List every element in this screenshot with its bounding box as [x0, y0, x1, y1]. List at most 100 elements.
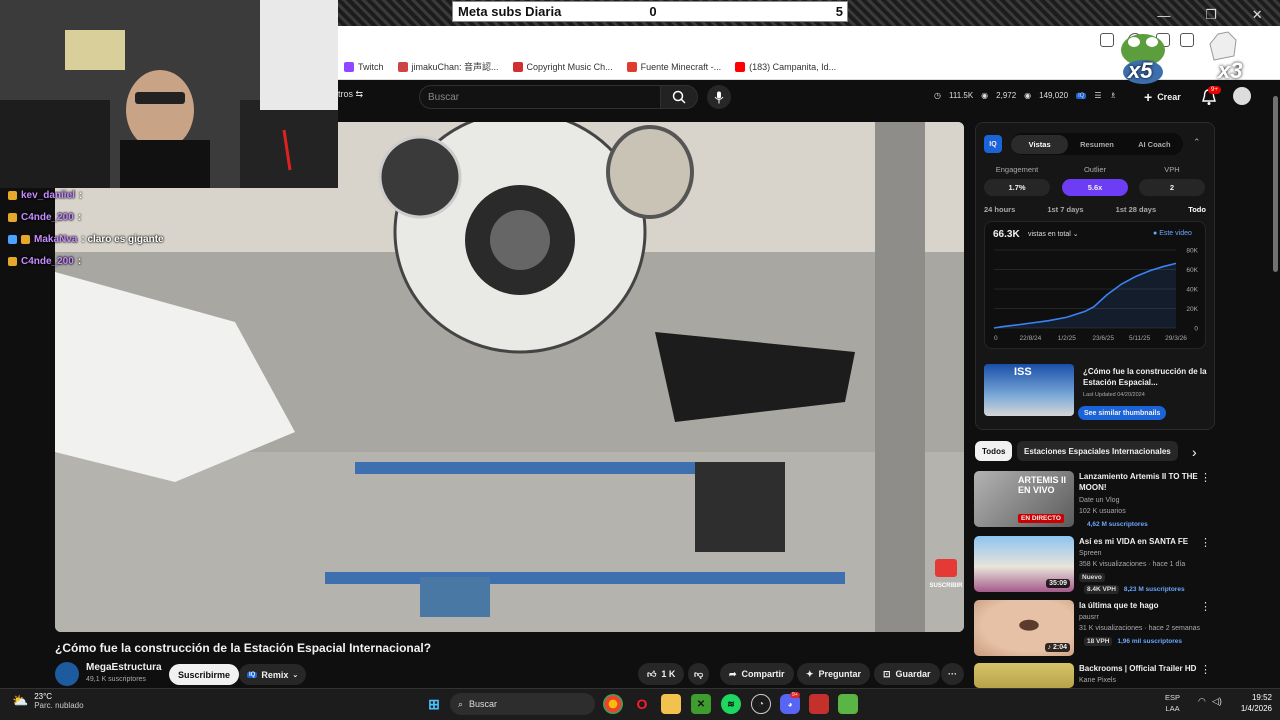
youtube-app-icon[interactable]	[809, 694, 829, 714]
trophy-icon[interactable]: ♗	[1110, 91, 1117, 100]
install-icon[interactable]	[1100, 33, 1114, 47]
bookmark-fuente-minecraft[interactable]: Fuente Minecraft -...	[626, 61, 721, 72]
recommendation-item[interactable]: ARTEMIS II EN VIVO EN DIRECTO Lanzamient…	[974, 471, 1219, 531]
recommendation-thumbnail[interactable]: ♪ 2:04	[974, 600, 1074, 656]
recommendation-thumbnail[interactable]	[974, 663, 1074, 688]
vidiq-icon[interactable]: IQ	[1076, 92, 1087, 99]
recommendation-item[interactable]: ♪ 2:04 la última que te hago pausrr 31 K…	[974, 600, 1219, 660]
maximize-icon[interactable]: ❐	[1205, 7, 1217, 23]
bookmark-copyright-music[interactable]: Copyright Music Ch...	[512, 61, 613, 72]
more-icon: ···	[948, 669, 957, 679]
recommendation-item[interactable]: 35:09 Así es mi VIDA en SANTA FE Spreen …	[974, 536, 1219, 596]
tab-ai-coach[interactable]: AI Coach	[1126, 135, 1183, 154]
channel-subscribers: 49,1 K suscriptores	[86, 676, 146, 683]
range-7d[interactable]: 1st 7 days	[1047, 205, 1083, 214]
see-similar-button[interactable]: See similar thumbnails	[1078, 406, 1167, 420]
obs-icon[interactable]: ◔	[751, 694, 771, 714]
vidiq-tabs: Vistas Resumen AI Coach	[1011, 133, 1183, 155]
subscriber-count: 4,62 M suscriptores	[1087, 521, 1148, 528]
opera-icon[interactable]: O	[632, 694, 652, 714]
xbox-icon[interactable]: ✕	[691, 694, 711, 714]
minimize-icon[interactable]: —	[1157, 8, 1170, 23]
search-input[interactable]: Buscar	[419, 85, 661, 109]
clap-emote-count: x3	[1218, 58, 1243, 83]
thumb-text: ISS	[1014, 366, 1032, 378]
range-all[interactable]: Todo	[1188, 205, 1206, 214]
discord-badge: 9+	[790, 692, 800, 698]
video-watermark: SUSCRIBIR	[929, 583, 963, 589]
card-date: Last Updated 04/20/2024	[1083, 392, 1145, 398]
windows-start-icon[interactable]: ⊞	[424, 694, 444, 714]
dislike-button[interactable]: 👎︎	[688, 663, 710, 685]
screen: Meta subs Diaria 0 5 — ❐ ✕ Twitch jimaku…	[0, 0, 1280, 720]
volume-icon[interactable]: ◁)	[1212, 696, 1222, 707]
channel-name[interactable]: MegaEstructura	[86, 662, 162, 673]
views-icon: ◉	[1024, 91, 1032, 100]
like-button[interactable]: 👍︎ 1 K	[638, 663, 685, 685]
tab-resumen[interactable]: Resumen	[1068, 135, 1125, 154]
recommendation-meta: 31 K visualizaciones · hace 2 semanas	[1079, 625, 1201, 632]
recommendation-thumbnail[interactable]: 35:09	[974, 536, 1074, 592]
share-button[interactable]: ➦ Compartir	[720, 663, 794, 685]
recommendation-thumbnail[interactable]: ARTEMIS II EN VIVO EN DIRECTO	[974, 471, 1074, 527]
minecraft-icon[interactable]	[838, 694, 858, 714]
y-tick-label: 40K	[1186, 287, 1198, 294]
system-clock[interactable]: 19:52 1/4/2026	[1228, 692, 1272, 714]
weather-widget[interactable]: ⛅ 23°C Parc. nublado	[12, 692, 84, 710]
wifi-icon[interactable]: ◠	[1198, 696, 1206, 707]
account-avatar[interactable]	[1233, 87, 1251, 105]
language-indicator[interactable]: ESP LAA	[1165, 692, 1180, 714]
chevron-right-icon[interactable]: ›	[1192, 444, 1197, 460]
filters-button[interactable]: tros ⇆	[338, 89, 363, 100]
bookmark-campanita[interactable]: (183) Campanita, Id...	[735, 61, 836, 72]
channel-avatar[interactable]	[55, 662, 79, 686]
badge-icon	[8, 212, 17, 222]
more-icon[interactable]: ⋮	[1200, 471, 1211, 484]
x-tick-label: 1/2/25	[1058, 335, 1076, 342]
save-button[interactable]: ⊡ Guardar	[874, 663, 940, 685]
range-28d[interactable]: 1st 28 days	[1116, 205, 1156, 214]
range-selector: 24 hours 1st 7 days 1st 28 days Todo	[984, 205, 1206, 214]
x-tick-label: 23/6/25	[1092, 335, 1114, 342]
create-button[interactable]: + Crear	[1138, 86, 1187, 108]
range-24h[interactable]: 24 hours	[984, 205, 1015, 214]
font-icon	[626, 61, 637, 72]
subscribe-button[interactable]: Suscribirme	[169, 664, 240, 685]
remix-button[interactable]: IQ Remix ⌄	[239, 664, 307, 685]
bookmark-twitch[interactable]: Twitch	[344, 61, 384, 72]
similar-thumbnail[interactable]: ISS	[984, 364, 1074, 416]
spotify-icon[interactable]: ≋	[721, 694, 741, 714]
extensions-puzzle-icon[interactable]	[1180, 33, 1194, 47]
notification-badge: 9+	[1208, 86, 1221, 94]
close-icon[interactable]: ✕	[1252, 7, 1263, 23]
chip-all[interactable]: Todos	[975, 441, 1013, 461]
taskbar-search[interactable]: ⌕ Buscar	[450, 693, 595, 715]
voice-search-button[interactable]	[707, 85, 731, 109]
scrollbar-thumb[interactable]	[1273, 96, 1278, 272]
engagement-value: 1.7%	[984, 179, 1050, 196]
more-icon[interactable]: ⋮	[1200, 663, 1211, 676]
window-controls: — ❐ ✕	[1140, 4, 1280, 26]
bars-icon[interactable]: ☰	[1094, 91, 1101, 100]
views-total: 66.3K	[993, 229, 1020, 240]
search-button[interactable]	[660, 85, 698, 109]
more-icon[interactable]: ⋮	[1200, 600, 1211, 613]
badge-icon	[8, 234, 17, 244]
more-icon[interactable]: ⋮	[1200, 536, 1211, 549]
recommendation-channel: pausrr	[1079, 614, 1099, 621]
more-actions-button[interactable]: ···	[941, 663, 964, 685]
search-icon: ⌕	[458, 698, 464, 709]
bookmark-jimakuchan[interactable]: jimakuChan: 音声認...	[397, 60, 499, 73]
chip-topic[interactable]: Estaciones Espaciales Internacionales	[1017, 441, 1178, 461]
collapse-icon[interactable]: ⌃	[1193, 137, 1201, 148]
youtube-icon	[735, 61, 746, 72]
y-tick-label: 20K	[1186, 306, 1198, 313]
outlier-value: 5.6x	[1062, 179, 1128, 196]
tab-vistas[interactable]: Vistas	[1011, 134, 1069, 154]
vph-tag: 8.4K VPH	[1084, 585, 1119, 594]
ask-button[interactable]: ✦ Preguntar	[797, 663, 871, 685]
views-selector[interactable]: vistas en total ⌄	[1028, 230, 1079, 238]
file-explorer-icon[interactable]	[661, 694, 681, 714]
recommendation-title: Backrooms | Official Trailer HD	[1079, 664, 1197, 673]
chrome-icon[interactable]	[603, 694, 623, 714]
